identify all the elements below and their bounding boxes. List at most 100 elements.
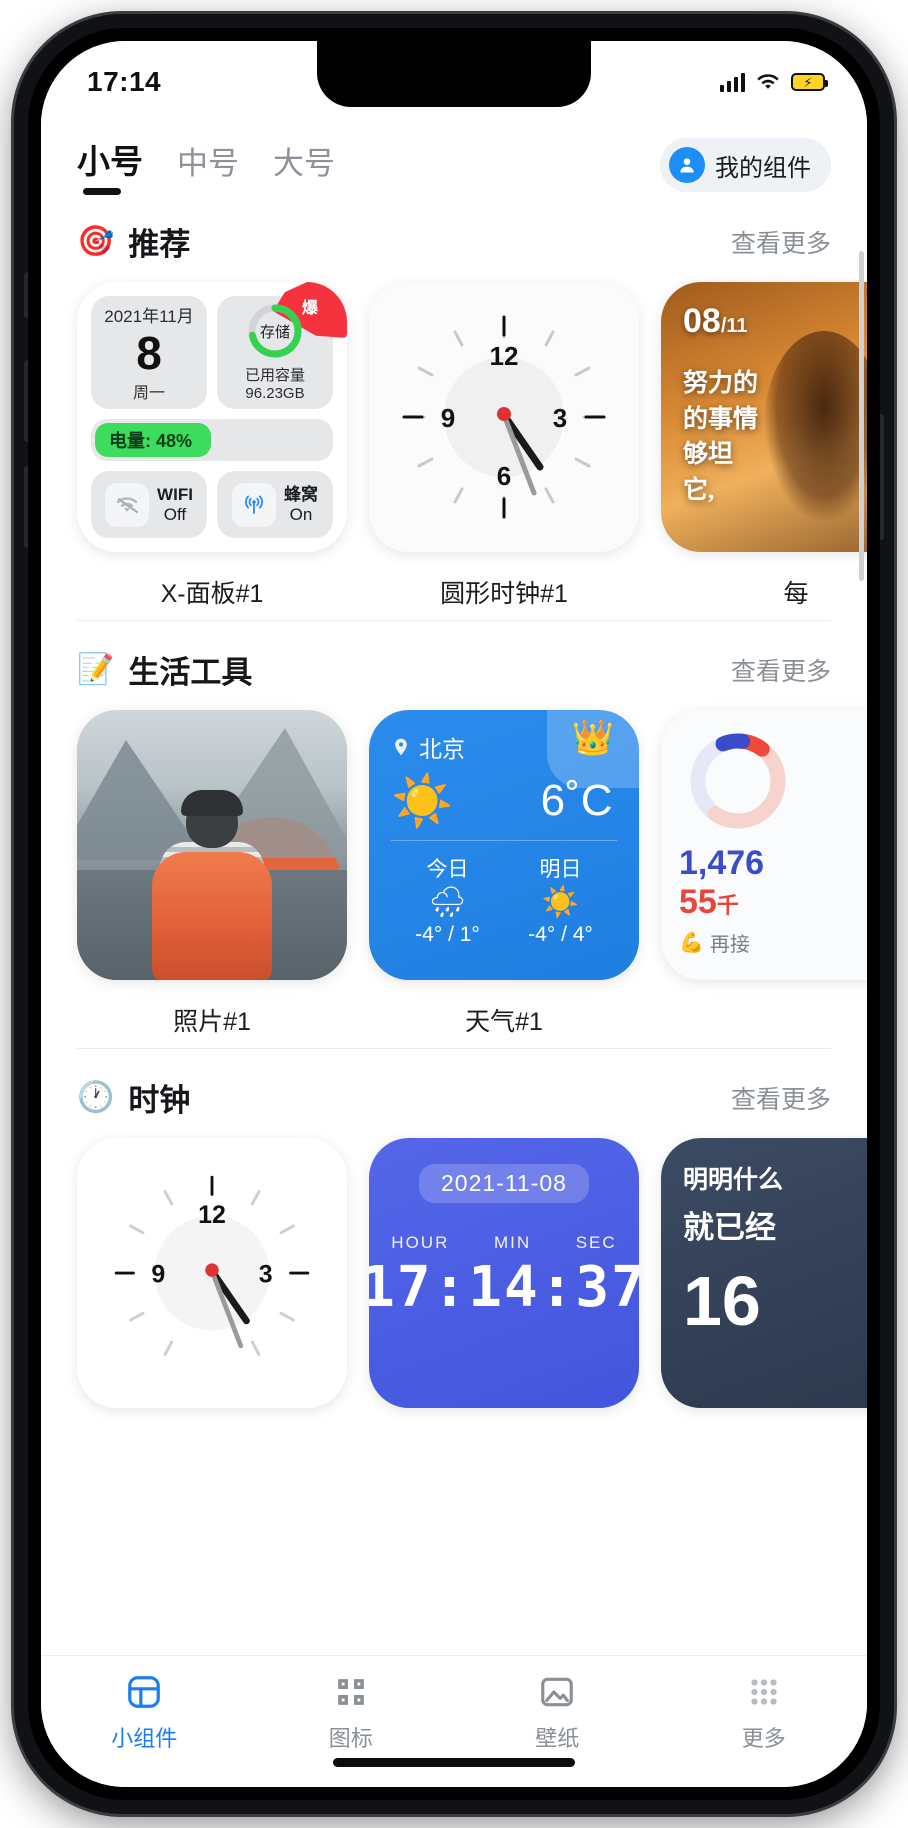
svg-text:12: 12 xyxy=(198,1201,226,1229)
cellular-icon xyxy=(232,482,276,527)
dark-widget-line2: 就已经 xyxy=(683,1210,776,1245)
xpanel-wifi-tile: WIFI Off xyxy=(91,471,207,538)
home-indicator[interactable] xyxy=(333,1758,575,1767)
wifi-labels: WIFI Off xyxy=(157,485,193,524)
tab-size-medium[interactable]: 中号 xyxy=(177,138,239,195)
bottom-tab-bar: 小组件 图标 壁纸 更多 xyxy=(41,1655,867,1787)
dark-widget-number: 16 xyxy=(683,1262,761,1340)
cellular-title: 蜂窝 xyxy=(284,485,318,505)
label-hour: HOUR xyxy=(391,1233,450,1252)
weather-widget-preview[interactable]: 👑 北京 ☀️ 6˚C 今日 🌧 -4° / 1° 明日 ☀️ -4° / 4° xyxy=(369,710,639,980)
see-more-clock[interactable]: 查看更多 xyxy=(731,1080,831,1116)
app-content: 小号 中号 大号 我的组件 🎯 推荐 查看更多 2021年11月 8 周一 爆 … xyxy=(41,41,867,1787)
quote-text: 努力的 的事情 够坦 它, xyxy=(683,366,867,508)
see-more-recommended[interactable]: 查看更多 xyxy=(731,224,831,260)
section-title-recommended: 🎯 推荐 xyxy=(77,219,190,264)
see-more-life-tools[interactable]: 查看更多 xyxy=(731,652,831,688)
digital-clock-time: 17:14:37 xyxy=(369,1255,639,1320)
tab-widgets[interactable]: 小组件 xyxy=(41,1672,248,1753)
crown-icon: 👑 xyxy=(547,710,639,788)
hiker-backpack xyxy=(152,852,272,980)
analog-clock-preview[interactable]: 12 3 6 9 xyxy=(369,282,639,552)
forecast-day-label: 今日 xyxy=(426,858,469,881)
quote-widget-preview[interactable]: 08/11 努力的 的事情 够坦 它, xyxy=(661,282,867,552)
steps-tip: 💪 再接 xyxy=(679,928,867,957)
svg-text:9: 9 xyxy=(151,1261,165,1289)
widget-card-weather[interactable]: 👑 北京 ☀️ 6˚C 今日 🌧 -4° / 1° 明日 ☀️ -4° / 4°… xyxy=(369,710,639,1038)
tab-wallpaper[interactable]: 壁纸 xyxy=(454,1672,661,1753)
widget-label-photo: 照片#1 xyxy=(173,1008,251,1036)
forecast-icon: 🌧 xyxy=(428,886,467,919)
svg-text:12: 12 xyxy=(490,341,519,371)
widget-card-digital-clock[interactable]: 2021-11-08 HOUR MIN SEC 17:14:37 xyxy=(369,1138,639,1408)
photo-widget-preview[interactable] xyxy=(77,710,347,980)
widget-card-quote[interactable]: 08/11 努力的 的事情 够坦 它, 每 xyxy=(661,282,867,610)
dots-icon xyxy=(744,1672,784,1712)
phone-bezel: 17:14 ⚡ 小号 中号 大号 我的组件 🎯 推荐 查看更多 2021年11月… xyxy=(28,28,880,1800)
analog-clock-preview-2[interactable]: 12 3 9 xyxy=(77,1138,347,1408)
size-tabs: 小号 中号 大号 xyxy=(77,135,335,195)
tab-more[interactable]: 更多 xyxy=(661,1672,868,1753)
weather-current-icon: ☀️ xyxy=(391,773,454,829)
widget-card-photo[interactable]: 照片#1 xyxy=(77,710,347,1038)
steps-widget-preview[interactable]: 1,476 55千 💪 再接 xyxy=(661,710,867,980)
section-label: 生活工具 xyxy=(128,655,253,690)
widget-card-dark-text[interactable]: 明明什么 就已经 16 xyxy=(661,1138,867,1408)
screenshot-stage: 17:14 ⚡ 小号 中号 大号 我的组件 🎯 推荐 查看更多 2021年11月… xyxy=(0,0,908,1828)
widget-card-analog-clock[interactable]: 12 3 6 9 圆形时钟#1 xyxy=(369,282,639,610)
dark-widget-line1: 明明什么 xyxy=(683,1166,784,1194)
calendar-year-month: 2021年11月 xyxy=(104,306,194,326)
widget-label-weather: 天气#1 xyxy=(465,1008,543,1036)
steps-tip-label: 再接 xyxy=(709,934,750,956)
battery-fill: 电量: 48% xyxy=(95,422,212,458)
wifi-icon xyxy=(757,74,779,89)
avatar-icon xyxy=(669,147,705,183)
memo-icon: 📝 xyxy=(77,652,115,686)
section-label: 推荐 xyxy=(128,227,191,262)
widget-card-analog-clock-2[interactable]: 12 3 9 xyxy=(77,1138,347,1408)
section-title-life-tools: 📝 生活工具 xyxy=(77,647,252,692)
quote-line-3: 够坦 xyxy=(683,441,734,468)
widget-card-xpanel[interactable]: 2021年11月 8 周一 爆 存储 已用容量 96.23GB 电量: 48% … xyxy=(77,282,347,610)
widget-scroll-area[interactable]: 🎯 推荐 查看更多 2021年11月 8 周一 爆 存储 已用容量 96.23G… xyxy=(41,193,867,1655)
label-min: MIN xyxy=(493,1233,532,1252)
my-widgets-button[interactable]: 我的组件 xyxy=(660,138,831,192)
weather-forecast: 今日 🌧 -4° / 1° 明日 ☀️ -4° / 4° xyxy=(391,841,617,947)
xpanel-widget-preview[interactable]: 2021年11月 8 周一 爆 存储 已用容量 96.23GB 电量: 48% … xyxy=(77,282,347,552)
analog-clock-face-2: 12 3 9 xyxy=(114,1175,310,1356)
muscle-icon: 💪 xyxy=(679,932,704,954)
cellular-state: On xyxy=(289,504,313,524)
hiker-figure xyxy=(137,790,287,980)
location-pin-icon xyxy=(395,738,407,756)
quote-line-1: 努力的 xyxy=(683,370,759,397)
xpanel-battery-bar: 电量: 48% xyxy=(91,418,333,462)
wifi-state: Off xyxy=(163,504,187,524)
widget-card-steps[interactable]: 1,476 55千 💪 再接 xyxy=(661,710,867,1038)
section-header-clock: 🕐 时钟 查看更多 xyxy=(41,1049,867,1138)
clock-icon: 🕐 xyxy=(77,1080,115,1114)
tab-wallpaper-label: 壁纸 xyxy=(535,1726,580,1751)
section-clock: 🕐 时钟 查看更多 12 3 9 2021-11-08 HOUR MIN SEC… xyxy=(41,1049,867,1418)
activity-ring xyxy=(690,733,786,829)
storage-used-label: 已用容量 xyxy=(244,367,305,385)
status-indicators: ⚡ xyxy=(719,72,828,92)
xpanel-storage-tile: 爆 存储 已用容量 96.23GB xyxy=(217,282,347,409)
dark-text-widget-preview[interactable]: 明明什么 就已经 16 xyxy=(661,1138,867,1408)
analog-clock-face: 12 3 6 9 xyxy=(402,315,606,519)
vertical-scrollbar[interactable] xyxy=(859,251,864,581)
tab-icons[interactable]: 图标 xyxy=(248,1672,455,1753)
forecast-day-label: 明日 xyxy=(539,858,582,881)
calendar-weekday: 周一 xyxy=(132,384,165,402)
digital-clock-preview[interactable]: 2021-11-08 HOUR MIN SEC 17:14:37 xyxy=(369,1138,639,1408)
storage-ring-label: 存储 xyxy=(259,323,290,341)
tab-size-small[interactable]: 小号 xyxy=(77,135,143,195)
quote-line-2: 的事情 xyxy=(683,405,759,433)
section-header-recommended: 🎯 推荐 查看更多 xyxy=(41,193,867,282)
notch xyxy=(317,41,591,107)
wifi-off-icon xyxy=(105,482,150,527)
battery-charging-icon: ⚡ xyxy=(791,73,828,91)
tab-size-large[interactable]: 大号 xyxy=(273,138,335,195)
widget-icon xyxy=(124,1672,164,1712)
svg-text:3: 3 xyxy=(259,1261,273,1289)
digital-clock-date: 2021-11-08 xyxy=(419,1164,589,1203)
